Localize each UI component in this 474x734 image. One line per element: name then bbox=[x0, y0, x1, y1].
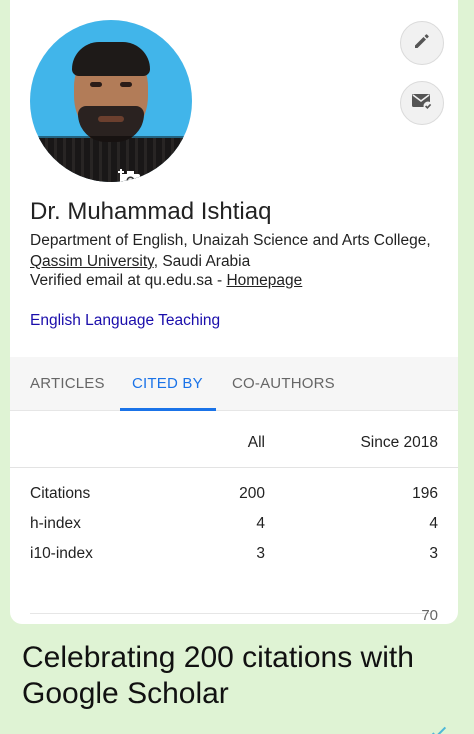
edit-profile-button[interactable] bbox=[400, 21, 444, 65]
tab-co-authors[interactable]: CO-AUTHORS bbox=[232, 375, 335, 392]
email-text: Verified email at qu.edu.sa - bbox=[30, 272, 227, 289]
chart-axis-max: 70 bbox=[421, 607, 438, 624]
university-link[interactable]: Qassim University bbox=[30, 253, 154, 270]
row-label: Citations bbox=[30, 485, 91, 502]
column-header-all: All bbox=[247, 434, 265, 451]
row-label: h-index bbox=[30, 515, 81, 532]
table-row: i10-index 3 3 bbox=[10, 545, 458, 575]
table-row: h-index 4 4 bbox=[10, 515, 458, 545]
caption-text: Celebrating 200 citations with Google Sc… bbox=[22, 641, 414, 710]
tab-cited-by[interactable]: CITED BY bbox=[132, 375, 203, 392]
affiliation-text: Department of English, Unaizah Science a… bbox=[30, 232, 431, 249]
follow-button[interactable] bbox=[400, 81, 444, 125]
research-interest-link[interactable]: English Language Teaching bbox=[30, 312, 220, 330]
chart-gridline bbox=[30, 613, 430, 614]
row-value-all: 3 bbox=[256, 545, 265, 562]
column-header-since: Since 2018 bbox=[360, 434, 438, 451]
read-receipt-icon bbox=[431, 723, 447, 734]
homepage-link[interactable]: Homepage bbox=[226, 272, 302, 289]
table-row: Citations 200 196 bbox=[10, 485, 458, 515]
affiliation-country: , Saudi Arabia bbox=[153, 253, 251, 270]
camera-add-icon[interactable] bbox=[118, 168, 142, 182]
active-tab-indicator bbox=[120, 408, 216, 411]
row-value-since: 196 bbox=[412, 485, 438, 502]
row-label: i10-index bbox=[30, 545, 93, 562]
header-divider bbox=[10, 467, 458, 468]
pencil-icon bbox=[413, 32, 431, 55]
email-check-icon bbox=[411, 91, 433, 116]
row-value-since: 4 bbox=[429, 515, 438, 532]
row-value-since: 3 bbox=[429, 545, 438, 562]
avatar[interactable] bbox=[30, 20, 192, 182]
row-value-all: 200 bbox=[239, 485, 265, 502]
profile-name: Dr. Muhammad Ishtiaq bbox=[30, 198, 272, 225]
row-value-all: 4 bbox=[256, 515, 265, 532]
tab-articles[interactable]: ARTICLES bbox=[30, 375, 105, 392]
tab-bar: ARTICLES CITED BY CO-AUTHORS bbox=[10, 357, 458, 411]
profile-card: Dr. Muhammad Ishtiaq Department of Engli… bbox=[10, 0, 458, 624]
verified-email: Verified email at qu.edu.sa - Homepage bbox=[30, 272, 302, 290]
affiliation: Department of English, Unaizah Science a… bbox=[30, 230, 440, 272]
